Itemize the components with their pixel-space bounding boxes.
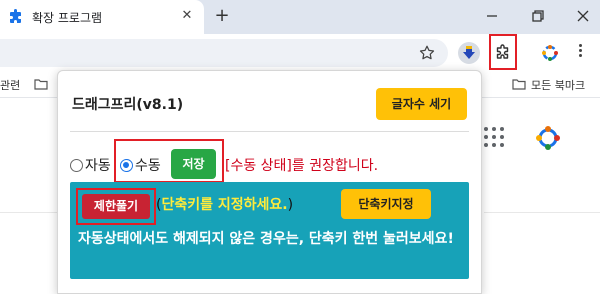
shortcut-info-panel: 제한풀기 (단축키를 지정하세요.) 단축키지정 자동상태에서도 해제되지 않은… [70,182,469,279]
folder-icon[interactable] [512,78,526,90]
auto-mode-radio[interactable] [70,159,83,172]
address-bar[interactable] [0,39,448,67]
auto-mode-label[interactable]: 자동 [85,155,111,175]
window-close-icon[interactable] [575,8,591,24]
page-logo-icon[interactable] [535,125,561,151]
popup-title: 드래그프리(v8.1) [72,97,184,113]
star-icon[interactable] [418,44,436,62]
colorful-extension-icon[interactable] [541,44,559,62]
manual-mode-radio[interactable] [120,159,133,172]
puzzle-extension-icon [496,44,509,59]
tab-title: 확장 프로그램 [32,11,103,25]
puzzle-tab-icon [10,9,21,23]
tab-close-icon[interactable]: ✕ [178,7,196,25]
kebab-menu-icon[interactable] [576,42,584,62]
extension-popup: 드래그프리(v8.1) 글자수 세기 자동 수동 저장 [수동 상태]를 권장합… [57,70,482,294]
download-extension-icon[interactable] [458,42,480,64]
release-highlight-box: 제한풀기 [76,188,156,225]
manual-mode-label[interactable]: 수동 [135,155,161,175]
bookmark-item[interactable]: 관련 [0,77,20,93]
release-restriction-button[interactable]: 제한풀기 [82,194,150,219]
active-tab[interactable]: 확장 프로그램 ✕ [0,0,204,34]
shortcut-hint-paren-close: ) [287,197,294,213]
mode-selector: 자동 수동 저장 [수동 상태]를 권장합니다. [70,139,470,183]
set-shortcut-button[interactable]: 단축키지정 [341,189,431,219]
folder-icon[interactable] [34,78,48,90]
tab-strip: 확장 프로그램 ✕ + [0,0,600,34]
shortcut-hint-text: (단축키를 지정하세요.) [156,194,293,214]
restore-icon[interactable] [530,8,546,24]
minimize-icon[interactable] [484,8,500,24]
extensions-button[interactable] [489,34,517,70]
shortcut-instructions: 자동상태에서도 해제되지 않은 경우는, 단축키 한번 눌러보세요! [78,231,454,247]
divider [484,212,600,213]
all-bookmarks-label[interactable]: 모든 북마크 [531,77,585,93]
shortcut-hint-label: 단축키를 지정하세요. [161,197,288,213]
apps-grid-icon[interactable] [484,127,506,149]
word-count-button[interactable]: 글자수 세기 [376,88,467,120]
save-button[interactable]: 저장 [171,149,216,179]
manual-recommend-text: [수동 상태]를 권장합니다. [225,158,379,174]
divider [0,212,60,213]
new-tab-button[interactable]: + [211,6,233,28]
popup-divider [70,131,469,132]
